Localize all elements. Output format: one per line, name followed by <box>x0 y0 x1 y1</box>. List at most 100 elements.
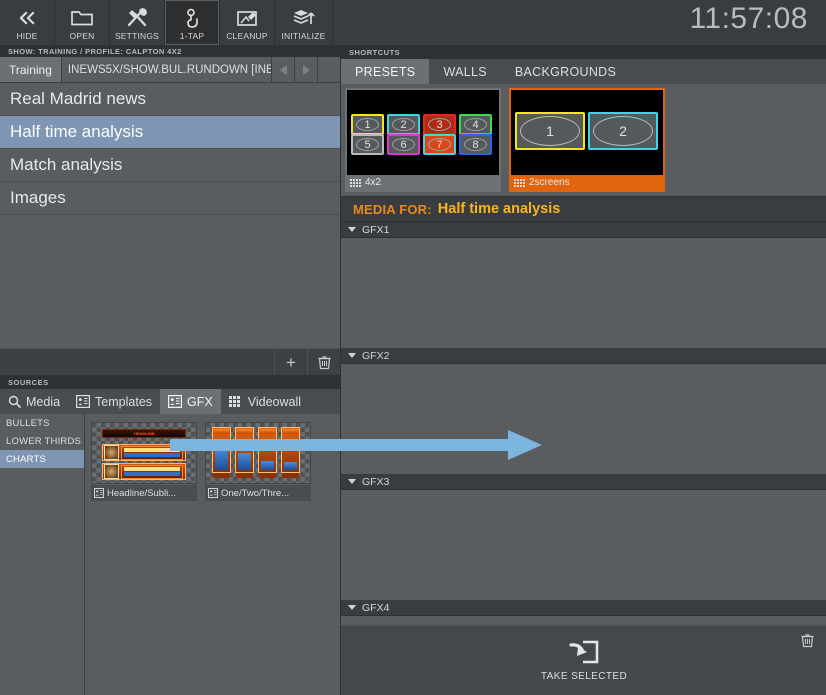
gfx-thumbnail-preview <box>205 422 311 484</box>
chevron-down-icon <box>348 479 356 484</box>
gfx4-section-header[interactable]: GFX4 <box>341 600 826 616</box>
tab-backgrounds[interactable]: BACKGROUNDS <box>501 59 630 84</box>
main-toolbar: HIDE OPEN SETTINGS 1-TAP CLEANUP INITIAL… <box>0 0 826 45</box>
preset-cell-number: 1 <box>364 118 371 131</box>
tab-videowall[interactable]: Videowall <box>221 389 309 414</box>
shortcuts-header: SHORTCUTS <box>341 45 826 59</box>
bar-chart-template-art <box>210 427 306 479</box>
delete-rundown-item-button[interactable] <box>307 348 340 376</box>
clock-display: 11:57:08 <box>689 2 808 35</box>
category-lower-thirds[interactable]: LOWER THIRDS <box>0 432 84 450</box>
plus-icon: + <box>286 352 296 372</box>
preset-cell-number: 2 <box>400 118 407 131</box>
hide-button[interactable]: HIDE <box>0 0 55 45</box>
take-selected-button[interactable]: TAKE SELECTED <box>341 625 826 695</box>
rundown-next-button[interactable] <box>294 57 317 82</box>
sources-tabstrip: Media Templates GFX Videowall <box>0 389 340 414</box>
gfx1-section-header[interactable]: GFX1 <box>341 222 826 238</box>
folder-icon <box>70 7 94 29</box>
tab-media[interactable]: Media <box>0 389 68 414</box>
gfx3-label: GFX3 <box>362 475 390 488</box>
open-label: OPEN <box>69 30 95 41</box>
preset-cell-number: 7 <box>436 138 443 151</box>
preset-cell[interactable]: 6 <box>387 134 420 155</box>
tab-gfx[interactable]: GFX <box>160 389 221 414</box>
tab-rundown-path[interactable]: INEWS5X/SHOW.BUL.RUNDOWN [INEW <box>61 57 271 82</box>
cleanup-button[interactable]: CLEANUP <box>220 0 275 45</box>
initialize-label: INITIALIZE <box>281 30 326 41</box>
gfx3-dropzone[interactable] <box>341 490 826 600</box>
one-tap-button[interactable]: 1-TAP <box>165 0 220 45</box>
preset-cell[interactable]: 7 <box>423 134 456 155</box>
gfx2-section-header[interactable]: GFX2 <box>341 348 826 364</box>
gfx3-section-header[interactable]: GFX3 <box>341 474 826 490</box>
tab-training[interactable]: Training <box>0 57 62 82</box>
settings-label: SETTINGS <box>114 30 160 41</box>
eraser-image-icon <box>235 7 259 29</box>
tab-gfx-label: GFX <box>187 394 213 409</box>
template-icon <box>76 395 91 408</box>
preset-cell[interactable]: 1 <box>351 114 384 135</box>
preset-layout-preview: 1 2 3 4 5 6 7 8 <box>347 90 499 175</box>
gfx1-dropzone[interactable] <box>341 238 826 348</box>
preset-cell[interactable]: 2 <box>588 112 658 150</box>
preset-cell[interactable]: 4 <box>459 114 492 135</box>
gfx2-dropzone[interactable] <box>341 364 826 474</box>
media-for-value: Half time analysis <box>437 201 561 217</box>
preset-cell[interactable]: 3 <box>423 114 456 135</box>
delete-media-button[interactable] <box>792 629 822 651</box>
gfx2-label: GFX2 <box>362 349 390 362</box>
take-selected-label: TAKE SELECTED <box>540 671 628 682</box>
list-item[interactable]: Half time analysis <box>0 116 340 149</box>
media-for-label: MEDIA FOR: <box>353 201 432 217</box>
media-for-header: MEDIA FOR: Half time analysis <box>341 196 826 222</box>
preset-cell[interactable]: 8 <box>459 134 492 155</box>
tab-walls[interactable]: WALLS <box>429 59 500 84</box>
cleanup-label: CLEANUP <box>226 30 268 41</box>
gfx1-label: GFX1 <box>362 223 390 236</box>
rundown-action-bar: + <box>0 348 340 376</box>
category-list: BULLETS LOWER THIRDS CHARTS <box>0 414 85 695</box>
preset-card-4x2[interactable]: 1 2 3 4 5 6 7 8 4x2 <box>345 88 501 192</box>
tab-templates-label: Templates <box>95 394 153 409</box>
add-rundown-item-button[interactable]: + <box>274 348 307 376</box>
preset-footer: 4x2 <box>347 175 499 190</box>
take-arrow-icon <box>569 640 599 664</box>
preset-layout-preview: 1 2 <box>511 90 663 175</box>
videowall-icon <box>228 396 240 407</box>
rundown-prev-button[interactable] <box>271 57 294 82</box>
search-icon <box>8 395 21 408</box>
double-chevron-left-icon <box>16 7 38 29</box>
chevron-down-icon <box>348 227 356 232</box>
gfx-item-label-wrap: Headline/Subli... <box>91 485 197 501</box>
tab-templates[interactable]: Templates <box>68 389 160 414</box>
gfx-item-headline-subline[interactable]: HEADLINE Headline/Subli... <box>91 422 197 501</box>
list-item[interactable]: Match analysis <box>0 149 340 182</box>
initialize-button[interactable]: INITIALIZE <box>275 0 333 45</box>
preset-cell-number: 4 <box>472 118 479 131</box>
open-button[interactable]: OPEN <box>55 0 110 45</box>
hide-label: HIDE <box>16 30 38 41</box>
gfx-icon <box>168 395 183 408</box>
preset-cell[interactable]: 1 <box>515 112 585 150</box>
gfx4-label: GFX4 <box>362 601 390 614</box>
list-item[interactable]: Real Madrid news <box>0 83 340 116</box>
category-bullets[interactable]: BULLETS <box>0 414 84 432</box>
settings-button[interactable]: SETTINGS <box>110 0 165 45</box>
preset-cell-number: 5 <box>364 138 371 151</box>
gfx-item-label: One/Two/Thre... <box>221 487 290 499</box>
tab-presets[interactable]: PRESETS <box>341 59 430 84</box>
category-charts[interactable]: CHARTS <box>0 450 84 468</box>
gfx-item-one-two-three[interactable]: One/Two/Thre... <box>205 422 311 501</box>
gfx-thumbnail-preview: HEADLINE <box>91 422 197 484</box>
preset-name: 4x2 <box>365 177 382 188</box>
trash-icon <box>318 355 330 369</box>
preset-cell[interactable]: 2 <box>387 114 420 135</box>
preset-cell-number: 1 <box>546 123 554 139</box>
preset-card-2screens[interactable]: 1 2 2screens <box>509 88 665 192</box>
rundown-dropdown-button[interactable] <box>317 57 340 82</box>
list-item[interactable]: Images <box>0 182 340 215</box>
preset-cell-number: 8 <box>472 138 479 151</box>
preset-cell[interactable]: 5 <box>351 134 384 155</box>
stack-upload-icon <box>292 7 316 29</box>
